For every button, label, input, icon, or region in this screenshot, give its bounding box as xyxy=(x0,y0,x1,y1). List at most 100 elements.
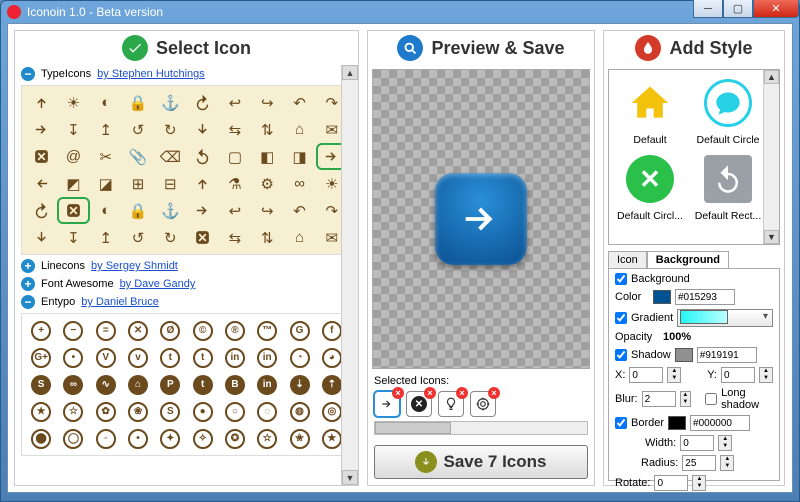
icon-cell[interactable]: t xyxy=(186,344,218,371)
icon-cell[interactable]: ⇅ xyxy=(251,224,283,251)
titlebar[interactable]: Iconoin 1.0 - Beta version ─ ▢ ✕ xyxy=(1,1,799,23)
x-input[interactable] xyxy=(629,367,663,383)
icon-cell[interactable]: t xyxy=(186,371,218,398)
icon-cell[interactable]: ⚓ xyxy=(154,89,186,116)
icon-cell[interactable]: ↺ xyxy=(122,116,154,143)
icon-cell[interactable]: ⇣ xyxy=(283,371,315,398)
icon-cell[interactable]: ⚗ xyxy=(219,170,251,197)
iconset-author-link[interactable]: by Stephen Hutchings xyxy=(97,68,205,80)
icon-cell[interactable]: in xyxy=(251,371,283,398)
color-input[interactable] xyxy=(675,289,735,305)
icon-cell[interactable]: ↥ xyxy=(90,224,122,251)
selected-icon-bulb[interactable]: × xyxy=(438,391,464,417)
icon-cell[interactable]: in xyxy=(219,344,251,371)
icon-cell[interactable]: ⚓ xyxy=(154,197,186,224)
icon-cell[interactable]: ⊟ xyxy=(154,170,186,197)
icon-cell[interactable]: ∞ xyxy=(57,371,89,398)
icon-cell[interactable] xyxy=(186,89,218,116)
selected-icons-scrollbar[interactable] xyxy=(374,421,588,435)
icon-cell[interactable] xyxy=(57,197,89,224)
icon-cell[interactable]: ✿ xyxy=(90,398,122,425)
icon-cell[interactable]: P xyxy=(154,371,186,398)
color-swatch[interactable] xyxy=(653,290,671,304)
icon-cell[interactable] xyxy=(25,197,57,224)
icon-cell[interactable]: ✪ xyxy=(219,425,251,452)
blur-input[interactable] xyxy=(642,391,676,407)
y-spinner[interactable]: ▲▼ xyxy=(759,367,773,383)
icon-cell[interactable]: ™ xyxy=(251,317,283,344)
y-input[interactable] xyxy=(721,367,755,383)
icon-cell[interactable] xyxy=(25,116,57,143)
save-button[interactable]: Save 7 Icons xyxy=(374,445,588,479)
icon-cell[interactable]: t xyxy=(154,344,186,371)
style-default-rect[interactable]: Default Rect... xyxy=(691,150,765,222)
icon-cell[interactable]: 📎 xyxy=(122,143,154,170)
icon-list-scrollbar[interactable]: ▲ ▼ xyxy=(341,65,358,485)
icon-cell[interactable]: ❀ xyxy=(122,398,154,425)
x-spinner[interactable]: ▲▼ xyxy=(667,367,681,383)
icon-cell[interactable]: v xyxy=(122,344,154,371)
icon-cell[interactable]: ● xyxy=(186,398,218,425)
icon-cell[interactable]: ⌂ xyxy=(283,224,315,251)
icon-cell[interactable] xyxy=(186,224,218,251)
icon-cell[interactable]: ☆ xyxy=(57,398,89,425)
iconset-fontawesome-header[interactable]: + Font Awesome by Dave Gandy xyxy=(15,275,358,293)
icon-cell[interactable] xyxy=(186,197,218,224)
icon-cell[interactable] xyxy=(186,170,218,197)
icon-cell[interactable]: ↧ xyxy=(57,116,89,143)
rotate-spinner[interactable]: ▲▼ xyxy=(692,475,706,491)
long-shadow-checkbox[interactable] xyxy=(705,393,717,405)
icon-cell[interactable] xyxy=(25,89,57,116)
icon-cell[interactable]: ® xyxy=(219,317,251,344)
icon-cell[interactable]: ⊞ xyxy=(122,170,154,197)
shadow-swatch[interactable] xyxy=(675,348,693,362)
remove-icon[interactable]: × xyxy=(392,387,404,399)
selected-icon-arrow-right[interactable]: × xyxy=(374,391,400,417)
scroll-up-button[interactable]: ▲ xyxy=(764,70,779,84)
shadow-checkbox[interactable] xyxy=(615,349,627,361)
collapse-icon[interactable]: − xyxy=(21,295,35,309)
icon-cell[interactable]: ⌂ xyxy=(122,371,154,398)
border-color-input[interactable] xyxy=(690,415,750,431)
icon-cell[interactable]: • xyxy=(57,344,89,371)
rotate-input[interactable] xyxy=(654,475,688,491)
iconset-author-link[interactable]: by Sergey Shmidt xyxy=(91,260,178,272)
icon-cell[interactable]: ↺ xyxy=(122,224,154,251)
iconset-author-link[interactable]: by Dave Gandy xyxy=(120,278,196,290)
icon-cell[interactable]: ✂ xyxy=(90,143,122,170)
icon-cell[interactable]: 🔒 xyxy=(122,197,154,224)
remove-icon[interactable]: × xyxy=(456,387,468,399)
icon-cell[interactable]: S xyxy=(25,371,57,398)
icon-cell[interactable]: ☀ xyxy=(57,89,89,116)
icon-cell[interactable]: ◐ xyxy=(90,89,122,116)
icon-cell[interactable]: ⬤ xyxy=(25,425,57,452)
icon-cell[interactable]: ★ xyxy=(25,398,57,425)
style-default-circle-2[interactable]: ✕ Default Circl... xyxy=(613,150,687,222)
icon-cell[interactable]: ▢ xyxy=(219,143,251,170)
icon-cell[interactable]: ↻ xyxy=(154,116,186,143)
shadow-color-input[interactable] xyxy=(697,347,757,363)
icon-cell[interactable]: • xyxy=(122,425,154,452)
icon-cell[interactable]: ✫ xyxy=(251,425,283,452)
expand-icon[interactable]: + xyxy=(21,277,35,291)
scroll-up-button[interactable]: ▲ xyxy=(342,65,358,80)
gradient-combo[interactable] xyxy=(677,309,773,327)
icon-cell[interactable]: ∞ xyxy=(283,170,315,197)
icon-cell[interactable]: ◨ xyxy=(283,143,315,170)
remove-icon[interactable]: × xyxy=(488,387,500,399)
remove-icon[interactable]: × xyxy=(424,387,436,399)
icon-cell[interactable]: ◍ xyxy=(283,398,315,425)
icon-cell[interactable]: B xyxy=(219,371,251,398)
style-scrollbar[interactable]: ▲ ▼ xyxy=(763,70,779,244)
icon-cell[interactable]: ◩ xyxy=(57,170,89,197)
icon-cell[interactable]: ↧ xyxy=(57,224,89,251)
icon-cell[interactable]: ✧ xyxy=(186,425,218,452)
icon-cell[interactable]: ✦ xyxy=(154,425,186,452)
maximize-button[interactable]: ▢ xyxy=(723,0,753,18)
bg-enable-checkbox[interactable] xyxy=(615,273,627,285)
scroll-down-button[interactable]: ▼ xyxy=(342,470,358,485)
iconset-entypo-header[interactable]: − Entypo by Daniel Bruce xyxy=(15,293,358,311)
iconset-linecons-header[interactable]: + Linecons by Sergey Shmidt xyxy=(15,257,358,275)
icon-cell[interactable]: in xyxy=(251,344,283,371)
preview-canvas[interactable] xyxy=(372,69,590,369)
